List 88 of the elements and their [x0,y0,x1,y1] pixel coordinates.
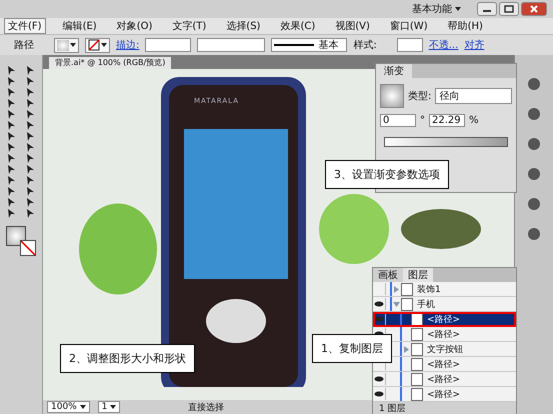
layer-thumbnail [411,388,423,400]
layer-thumbnail [411,342,423,356]
object-type-label: 路径 [14,39,34,52]
menu-item[interactable]: 编辑(E) [60,19,100,33]
panel-icon[interactable] [525,225,543,243]
visibility-toggle[interactable] [373,313,386,325]
angle-unit: ° [420,115,425,126]
stroke-swatch[interactable] [85,38,110,52]
gradient-preview[interactable] [380,84,404,108]
visibility-toggle[interactable] [373,298,386,310]
restore-button[interactable] [499,2,519,16]
angle-field[interactable]: 0 [380,114,416,127]
layer-thumbnail [411,328,423,340]
workspace-switcher[interactable]: 基本功能 [412,2,461,16]
panel-tab[interactable]: 渐变 [376,64,412,78]
caret-icon [101,43,107,47]
document-tab[interactable]: 背景.ai* @ 100% (RGB/预览) [49,57,172,69]
layer-thumbnail [411,358,423,370]
aspect-field[interactable]: 22.29 [429,114,465,127]
variable-width-dropdown[interactable] [197,38,266,52]
type-label: 类型: [408,90,432,103]
menu-item[interactable]: 文字(T) [169,19,210,33]
layer-row[interactable]: <路径> [373,372,516,387]
zoom-field[interactable]: 100% [47,401,90,413]
expand-arrow-icon[interactable] [392,300,401,308]
menu-item[interactable]: 帮助(H) [444,19,486,33]
panel-icon[interactable] [525,165,543,183]
menu-item[interactable]: 效果(C) [277,19,318,33]
layer-row[interactable]: 装饰1 [373,282,516,297]
opacity-link[interactable]: 不透... [428,38,458,52]
layer-name: <路径> [427,328,460,340]
menu-item[interactable]: 选择(S) [223,19,264,33]
minimize-button[interactable] [477,2,497,16]
layer-thumbnail [401,298,413,310]
layer-name: 手机 [417,298,435,310]
visibility-toggle[interactable] [373,373,386,385]
layer-name: 文字按钮 [427,344,463,356]
align-link[interactable]: 对齐 [464,38,484,52]
layer-name: <路径> [427,374,460,386]
caret-icon [80,404,86,409]
layer-row[interactable]: <路径> [373,387,516,402]
layer-thumbnail [411,312,423,326]
no-stroke-icon [88,39,100,51]
brush-profile-dropdown[interactable]: 基本 [271,38,348,52]
panel-tab[interactable]: 画板 [373,268,403,282]
artboard-field[interactable]: 1 [98,401,120,413]
style-dropdown[interactable] [396,38,423,52]
layer-name: <路径> [427,314,460,326]
caret-icon [70,43,76,47]
close-button[interactable] [521,2,547,16]
layer-row[interactable]: <路径> [373,327,516,342]
layer-row[interactable]: <路径> [373,312,516,327]
panel-icon[interactable] [525,195,543,213]
fill-swatch[interactable] [54,38,79,52]
layer-name: 装饰1 [417,284,441,296]
visibility-toggle[interactable] [373,388,386,400]
gradient-ramp[interactable] [384,137,508,147]
type-dropdown[interactable]: 径向 [435,88,512,104]
callout-tooltip: 3、设置渐变参数选项 [325,160,449,189]
menu-item[interactable]: 对象(O) [114,19,156,33]
caret-icon [110,404,116,409]
layer-row[interactable]: 手机 [373,297,516,312]
callout-tooltip: 1、复制图层 [312,334,392,363]
expand-arrow-icon[interactable] [392,286,401,292]
restore-icon [504,5,514,13]
layer-thumbnail [401,282,413,296]
menu-item[interactable]: 视图(V) [332,19,373,33]
fill-stroke-icon[interactable] [6,226,36,256]
panel-tab[interactable]: 图层 [403,268,433,282]
menu-item[interactable]: 文件(F) [4,18,46,34]
style-label: 样式: [353,38,377,52]
layer-name: <路径> [427,358,460,370]
layer-name: <路径> [427,388,460,400]
status-text: 直接选择 [188,402,224,414]
layer-count: 1 图层 [379,404,406,414]
caret-icon [455,7,461,12]
callout-tooltip: 2、调整图形大小和形状 [60,344,195,373]
menu-item[interactable]: 窗口(W) [386,19,431,33]
expand-arrow-icon[interactable] [402,346,411,352]
stroke-weight-field[interactable] [145,38,192,52]
panel-icon[interactable] [525,135,543,153]
close-icon [529,5,539,13]
stroke-link[interactable]: 描边: [116,38,140,52]
panel-icon[interactable] [525,75,543,93]
panel-icon[interactable] [525,105,543,123]
aspect-unit: % [469,115,479,126]
layer-row[interactable]: <路径> [373,357,516,372]
layer-thumbnail [411,372,423,386]
